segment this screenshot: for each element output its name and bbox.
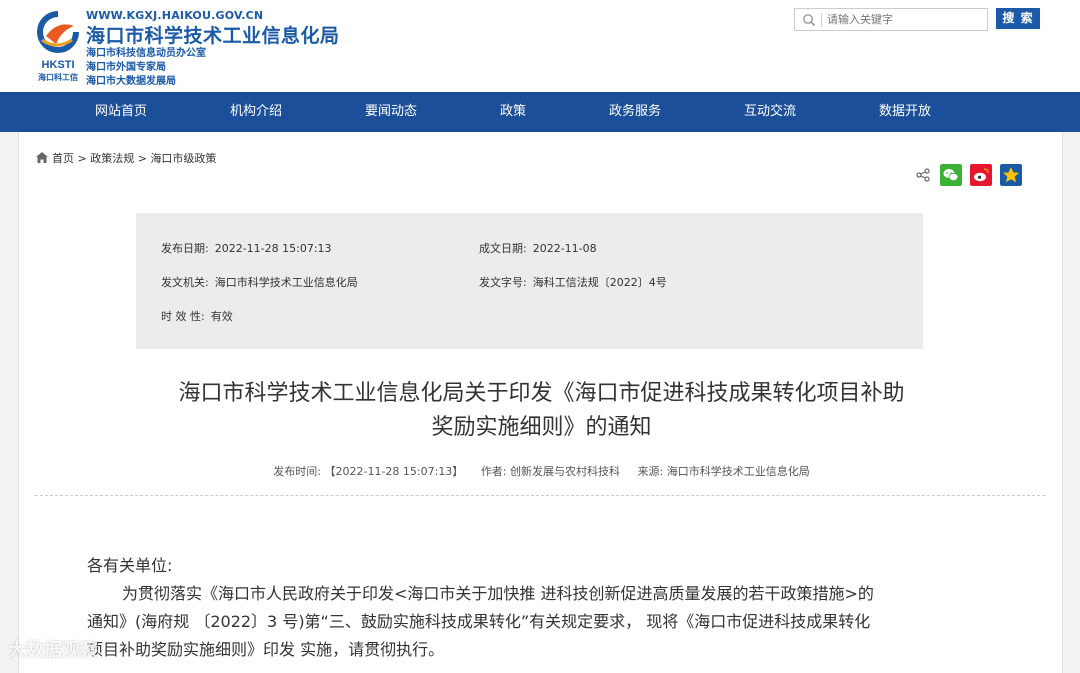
site-subtitle-1: 海口市科技信息动员办公室: [86, 48, 206, 59]
breadcrumb-home[interactable]: 首页: [52, 152, 74, 165]
site-header: HKSTI 海口科工信 WWW.KGXJ.HAIKOU.GOV.CN 海口市科学…: [0, 0, 1080, 92]
article-paragraph-line-3: 项目补助奖励实施细则》印发 实施，请贯彻执行。: [87, 640, 445, 659]
home-icon: [36, 152, 48, 163]
meta-author: 作者: 创新发展与农村科技科: [480, 465, 621, 478]
nav-item-interaction[interactable]: 互动交流: [725, 92, 815, 132]
site-logo[interactable]: HKSTI 海口科工信: [36, 10, 80, 82]
search-box: [794, 8, 988, 31]
content-panel: 首页 > 政策法规 > 海口市级政策 发布日期: 2022-11-28 15:0…: [18, 132, 1063, 673]
info-value: 2022-11-28 15:07:13: [214, 242, 332, 255]
main-nav: 网站首页 机构介绍 要闻动态 政策 政务服务 互动交流 数据开放: [0, 92, 1080, 132]
document-info-box: 发布日期: 2022-11-28 15:07:13 成文日期: 2022-11-08…: [136, 213, 923, 349]
info-value: 海科工信法规〔2022〕4号: [532, 276, 667, 289]
article-title-line-2: 奖励实施细则》的通知: [431, 415, 652, 440]
watermark: 大数据观察: [8, 640, 98, 661]
info-label: 成文日期:: [479, 242, 527, 255]
article-title-line-1: 海口市科学技术工业信息化局关于印发《海口市促进科技成果转化项目补助: [178, 381, 905, 406]
info-issuer: 发文机关: 海口市科学技术工业信息化局: [161, 274, 358, 290]
info-label: 发文字号:: [479, 276, 527, 289]
nav-item-home[interactable]: 网站首页: [76, 92, 166, 132]
nav-item-open-data[interactable]: 数据开放: [860, 92, 950, 132]
info-created-date: 成文日期: 2022-11-08: [479, 240, 597, 256]
info-label: 发文机关:: [161, 276, 209, 289]
favorite-star-icon[interactable]: [1000, 164, 1022, 186]
search-icon: [803, 14, 816, 27]
search-input[interactable]: [827, 11, 982, 28]
meta-publish-time: 发布时间: 【2022-11-28 15:07:13】: [273, 465, 464, 478]
article-meta: 发布时间: 【2022-11-28 15:07:13】 作者: 创新发展与农村科…: [19, 463, 1064, 479]
info-value: 海口市科学技术工业信息化局: [214, 276, 358, 289]
article-salutation: 各有关单位:: [87, 556, 173, 575]
article-paragraph-line-2: 通知》(海府规 〔2022〕3 号)第“三、鼓励实施科技成果转化”有关规定要求，…: [87, 612, 871, 631]
breadcrumb-policy-law[interactable]: 政策法规: [90, 152, 134, 165]
breadcrumb-separator: >: [137, 152, 147, 165]
meta-source: 来源: 海口市科学技术工业信息化局: [637, 465, 810, 478]
info-value: 有效: [210, 310, 233, 323]
article-paragraph-line-1: 为贯彻落实《海口市人民政府关于印发<海口市关于加快推 进科技创新促进高质量发展的…: [122, 584, 874, 603]
weibo-icon[interactable]: [970, 164, 992, 186]
breadcrumb: 首页 > 政策法规 > 海口市级政策: [36, 150, 216, 166]
search-divider: [821, 13, 822, 27]
nav-item-about[interactable]: 机构介绍: [211, 92, 301, 132]
nav-item-news[interactable]: 要闻动态: [346, 92, 436, 132]
divider: [35, 495, 1045, 496]
info-label: 时 效 性:: [161, 310, 205, 323]
info-validity: 时 效 性: 有效: [161, 308, 233, 324]
share-icon: [916, 168, 930, 182]
site-subtitle-3: 海口市大数据发展局: [86, 76, 176, 87]
breadcrumb-city-policy[interactable]: 海口市级政策: [150, 152, 216, 165]
site-subtitle-2: 海口市外国专家局: [86, 62, 166, 73]
breadcrumb-separator: >: [77, 152, 87, 165]
info-value: 2022-11-08: [532, 242, 597, 255]
wechat-icon[interactable]: [940, 164, 962, 186]
nav-item-services[interactable]: 政务服务: [590, 92, 680, 132]
info-publish-date: 发布日期: 2022-11-28 15:07:13: [161, 240, 332, 256]
logo-text: HKSTI: [42, 59, 75, 71]
search-button[interactable]: 搜 索: [996, 8, 1040, 29]
nav-item-policy[interactable]: 政策: [468, 92, 558, 132]
logo-subtext: 海口科工信: [38, 72, 78, 82]
info-label: 发布日期:: [161, 242, 209, 255]
share-bar: [916, 164, 1026, 186]
info-doc-number: 发文字号: 海科工信法规〔2022〕4号: [479, 274, 667, 290]
